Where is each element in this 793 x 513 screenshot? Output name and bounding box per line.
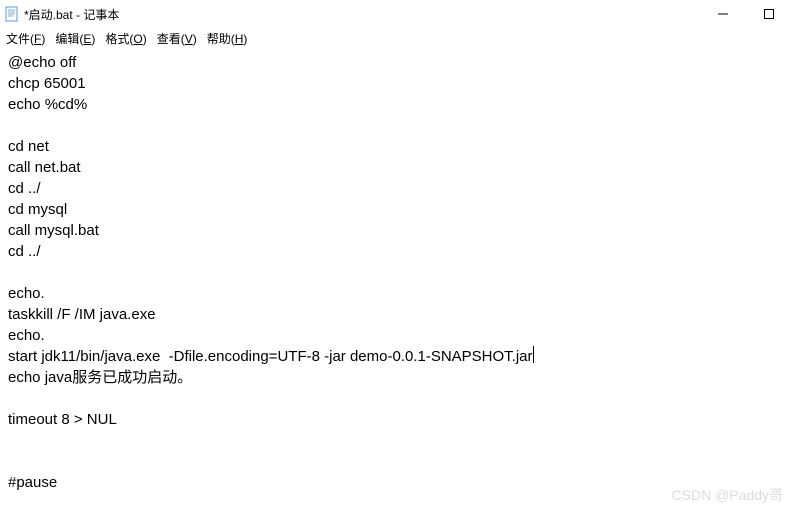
window-controls <box>709 4 783 24</box>
notepad-icon <box>4 6 20 22</box>
text-cursor <box>533 346 534 363</box>
menu-edit[interactable]: 编辑(E) <box>55 30 95 47</box>
titlebar: *启动.bat - 记事本 <box>0 0 793 28</box>
window-title: *启动.bat - 记事本 <box>24 6 709 23</box>
minimize-button[interactable] <box>709 4 737 24</box>
menu-help[interactable]: 帮助(H) <box>207 30 248 47</box>
maximize-button[interactable] <box>755 4 783 24</box>
watermark: CSDN @Paddy哥 <box>672 485 783 505</box>
menu-view[interactable]: 查看(V) <box>157 30 197 47</box>
text-area[interactable]: @echo off chcp 65001 echo %cd% cd net ca… <box>0 48 793 497</box>
menu-file[interactable]: 文件(F) <box>6 30 45 47</box>
menubar: 文件(F) 编辑(E) 格式(O) 查看(V) 帮助(H) <box>0 28 793 48</box>
menu-format[interactable]: 格式(O) <box>105 30 146 47</box>
